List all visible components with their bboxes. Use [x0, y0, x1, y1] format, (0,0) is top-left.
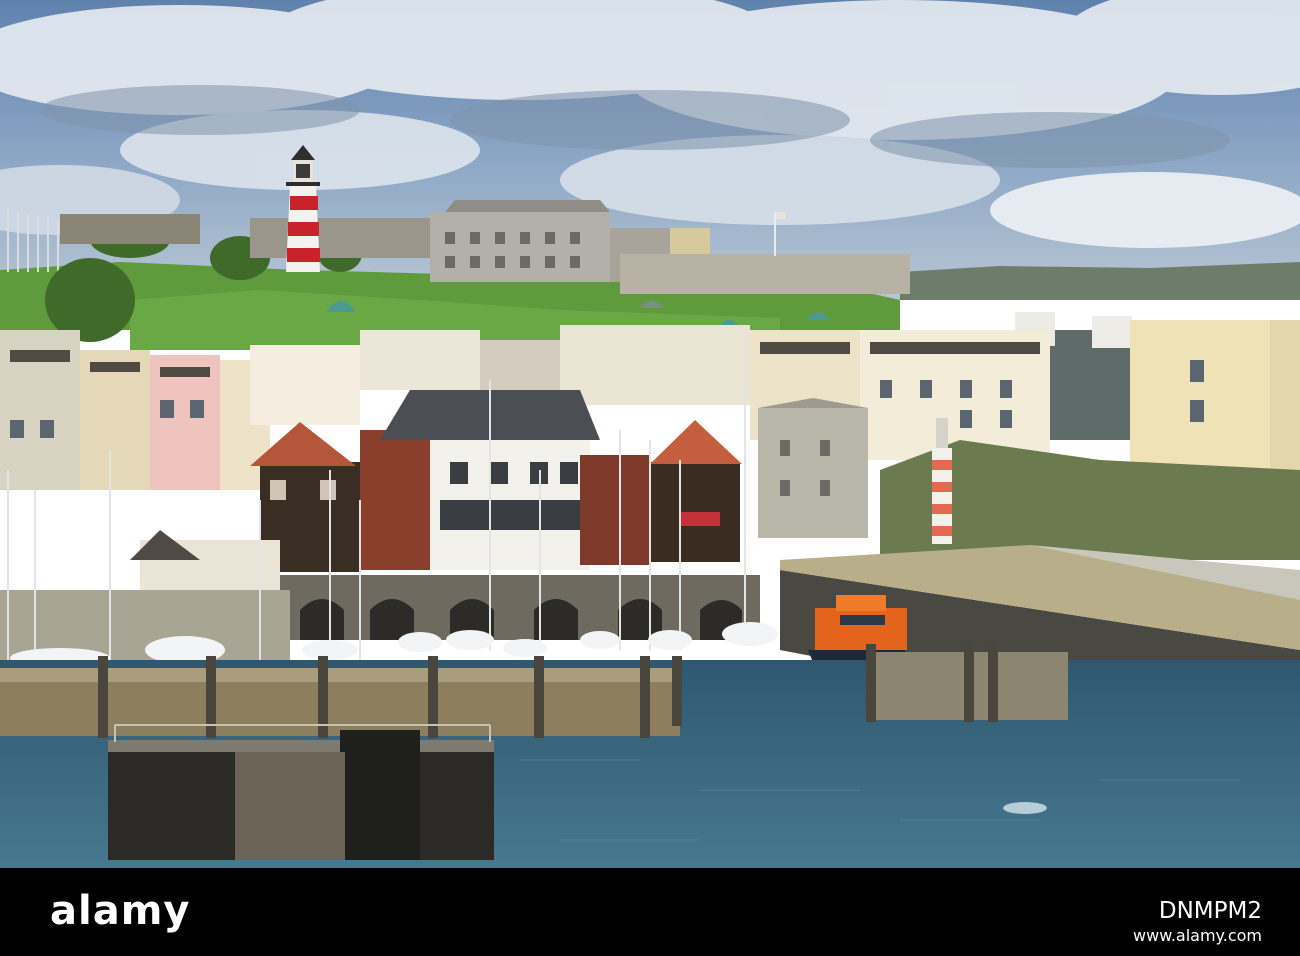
watermark-url: www.alamy.com: [1133, 926, 1262, 945]
arcade-wall: [280, 575, 760, 640]
stone-tower: [758, 408, 868, 538]
photo-canvas: [0, 0, 1300, 868]
watermark-banner: alamy DNMPM2 www.alamy.com: [0, 868, 1300, 956]
image-code: DNMPM2: [1158, 898, 1262, 924]
pier-head: [108, 724, 494, 860]
harbour-photo: [0, 0, 1300, 868]
alamy-logo: alamy: [50, 888, 190, 934]
logo-text: alamy: [50, 888, 191, 934]
foam: [1003, 802, 1047, 814]
